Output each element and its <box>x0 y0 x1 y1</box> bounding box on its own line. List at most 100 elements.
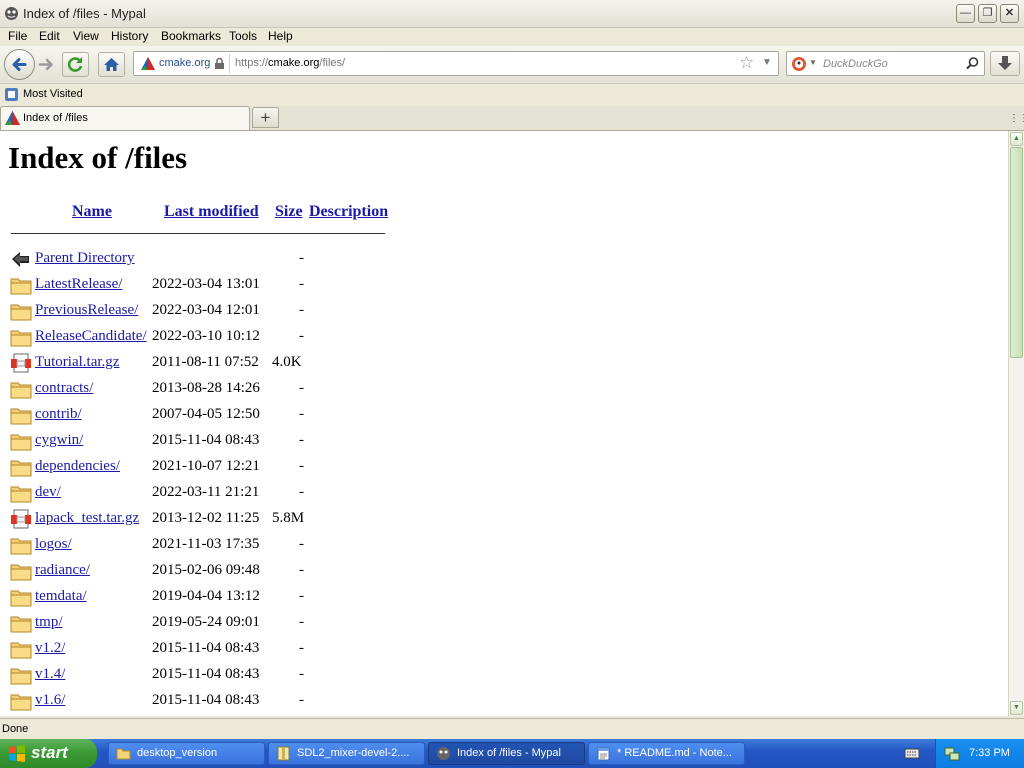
file-link[interactable]: dependencies/ <box>35 458 120 475</box>
site-identity[interactable]: cmake.org <box>159 57 210 69</box>
page-heading: Index of /files <box>8 140 188 175</box>
header-rule <box>11 233 385 234</box>
menu-view[interactable]: View <box>73 29 99 43</box>
menu-tools[interactable]: Tools <box>229 29 257 43</box>
reload-icon <box>67 57 83 72</box>
url-bar[interactable]: cmake.org https://cmake.org/files/ ☆ ▼ <box>133 51 779 76</box>
back-button[interactable] <box>4 49 35 80</box>
url-path: /files/ <box>319 57 346 69</box>
file-link[interactable]: dev/ <box>35 484 61 501</box>
folder-icon <box>10 613 32 633</box>
archive-file-icon <box>10 353 32 373</box>
file-modified: 2007-04-05 12:50 <box>152 406 260 422</box>
bookmark-star-icon[interactable]: ☆ <box>739 53 754 73</box>
file-row: lapack_test.tar.gz 2013-12-02 11:25 5.8M <box>0 507 400 531</box>
file-row: LatestRelease/2022-03-04 13:01 - <box>0 273 400 297</box>
menu-help[interactable]: Help <box>268 29 293 43</box>
url-dropdown-icon[interactable]: ▼ <box>762 57 772 68</box>
file-size: - <box>299 302 304 318</box>
system-tray: 7:33 PM <box>935 739 1024 768</box>
taskbar-item-readme-notepad[interactable]: * README.md - Note... <box>588 742 745 765</box>
file-link[interactable]: radiance/ <box>35 562 90 579</box>
file-link[interactable]: contracts/ <box>35 380 93 397</box>
reload-button[interactable] <box>62 52 89 77</box>
column-header-last-modified[interactable]: Last modified <box>164 203 259 221</box>
file-link[interactable]: tmp/ <box>35 614 63 631</box>
clock: 7:33 PM <box>969 747 1010 759</box>
file-link[interactable]: Tutorial.tar.gz <box>35 354 119 371</box>
downloads-button[interactable] <box>990 51 1020 76</box>
file-size: - <box>299 588 304 604</box>
minimize-button[interactable]: — <box>956 4 975 23</box>
lock-icon <box>215 57 224 69</box>
scroll-thumb[interactable] <box>1010 147 1023 358</box>
file-link[interactable]: PreviousRelease/ <box>35 302 138 319</box>
file-size: - <box>299 432 304 448</box>
forward-arrow-icon <box>38 58 53 71</box>
taskbar-item-mypal[interactable]: Index of /files - Mypal <box>428 742 585 765</box>
archive-icon <box>277 746 290 761</box>
network-icon[interactable] <box>944 746 960 762</box>
start-button[interactable]: start <box>0 739 97 768</box>
menu-bookmarks[interactable]: Bookmarks <box>161 29 221 43</box>
archive-file-icon <box>10 509 32 529</box>
url-divider <box>229 54 230 73</box>
file-link[interactable]: cygwin/ <box>35 432 83 449</box>
menu-history[interactable]: History <box>111 29 148 43</box>
file-row: v1.4/2015-11-04 08:43 - <box>0 663 400 687</box>
file-row: temdata/2019-04-04 13:12 - <box>0 585 400 609</box>
file-row: contrib/2007-04-05 12:50 - <box>0 403 400 427</box>
column-header-name[interactable]: Name <box>72 203 112 221</box>
file-link[interactable]: v1.2/ <box>35 640 65 657</box>
folder-icon <box>116 748 131 760</box>
maximize-button[interactable]: ❐ <box>978 4 997 23</box>
window-title: Index of /files - Mypal <box>23 6 146 21</box>
tab-list-icon[interactable]: ⋮⋮ <box>1009 113 1024 124</box>
duckduckgo-icon <box>792 57 806 71</box>
column-header-size[interactable]: Size <box>275 203 303 221</box>
file-row: v1.6/2015-11-04 08:43 - <box>0 689 400 713</box>
close-button[interactable]: ✕ <box>1000 4 1019 23</box>
search-engine-dropdown-icon[interactable]: ▼ <box>809 58 817 67</box>
file-link[interactable]: LatestRelease/ <box>35 276 122 293</box>
taskbar-item-desktop-version[interactable]: desktop_version <box>108 742 265 765</box>
file-link[interactable]: ReleaseCandidate/ <box>35 328 147 345</box>
search-box[interactable]: ▼ DuckDuckGo <box>786 51 985 76</box>
title-bar[interactable]: Index of /files - Mypal — ❐ ✕ <box>0 0 1024 28</box>
scroll-up-button[interactable]: ▲ <box>1010 132 1023 146</box>
cmake-site-icon <box>141 57 155 70</box>
file-modified: 2021-11-03 17:35 <box>152 536 260 552</box>
file-size: - <box>299 484 304 500</box>
forward-button[interactable] <box>35 52 59 77</box>
vertical-scrollbar[interactable]: ▲ ▼ <box>1008 131 1024 716</box>
search-icon[interactable] <box>965 56 980 71</box>
app-icon <box>5 7 18 20</box>
file-link[interactable]: v1.4/ <box>35 666 65 683</box>
file-link[interactable]: logos/ <box>35 536 72 553</box>
file-size: - <box>299 614 304 630</box>
taskbar-item-sdl2-mixer[interactable]: SDL2_mixer-devel-2.... <box>268 742 425 765</box>
file-link[interactable]: contrib/ <box>35 406 82 423</box>
file-row: cygwin/2015-11-04 08:43 - <box>0 429 400 453</box>
taskbar-item-label: desktop_version <box>137 747 218 759</box>
file-modified: 2021-10-07 12:21 <box>152 458 260 474</box>
menu-file[interactable]: File <box>8 29 27 43</box>
scroll-down-button[interactable]: ▼ <box>1010 701 1023 715</box>
windows-logo-icon <box>9 745 25 762</box>
file-link[interactable]: Parent Directory <box>35 250 135 267</box>
column-header-description[interactable]: Description <box>309 203 388 221</box>
keyboard-icon[interactable] <box>904 746 920 760</box>
home-button[interactable] <box>98 52 125 77</box>
new-tab-button[interactable]: + <box>252 107 279 128</box>
tab-index-of-files[interactable]: Index of /files <box>0 106 250 130</box>
page-content: Index of /files Name Last modified Size … <box>0 131 1008 716</box>
folder-icon <box>10 483 32 503</box>
file-size: 4.0K <box>272 354 302 370</box>
file-link[interactable]: lapack_test.tar.gz <box>35 510 139 527</box>
file-link[interactable]: v1.6/ <box>35 692 65 709</box>
menu-edit[interactable]: Edit <box>39 29 60 43</box>
file-link[interactable]: temdata/ <box>35 588 87 605</box>
most-visited-bookmark[interactable]: Most Visited <box>23 88 83 100</box>
url-text[interactable]: https://cmake.org/files/ <box>235 57 345 69</box>
file-row: dev/2022-03-11 21:21 - <box>0 481 400 505</box>
